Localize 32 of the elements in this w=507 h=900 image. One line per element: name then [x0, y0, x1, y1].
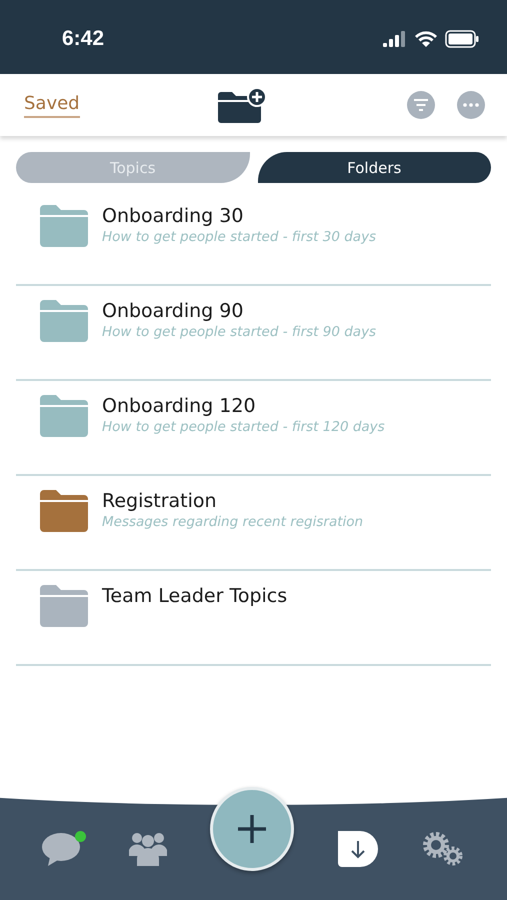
more-icon [462, 103, 479, 107]
folder-row[interactable]: Onboarding 30 How to get people started - first 30 days [16, 191, 491, 286]
gears-icon [421, 831, 466, 867]
folder-row[interactable]: Onboarding 90 How to get people started - first 90 days [16, 286, 491, 381]
wifi-icon [415, 31, 437, 47]
page-title: Saved [24, 92, 80, 118]
folder-row[interactable]: Registration Messages regarding recent regisration [16, 476, 491, 571]
folder-name: Onboarding 90 [102, 300, 244, 322]
folder-name: Onboarding 30 [102, 205, 244, 227]
folder-description: Messages regarding recent regisration [102, 514, 364, 530]
folder-description: How to get people started - first 90 days [102, 324, 376, 340]
folder-description: How to get people started - first 30 days [102, 229, 376, 245]
folder-description: How to get people started - first 120 days [102, 419, 385, 435]
folder-name: Onboarding 120 [102, 395, 257, 417]
plus-icon [236, 813, 268, 845]
saved-button[interactable] [338, 831, 378, 867]
filter-button[interactable] [406, 91, 435, 119]
folder-name: Team Leader Topics [102, 585, 288, 607]
signal-icon [383, 31, 407, 47]
status-time: 6:42 [62, 27, 104, 51]
people-button[interactable] [129, 832, 168, 866]
more-button[interactable] [456, 91, 485, 119]
folder-name: Registration [102, 490, 218, 512]
filter-icon [412, 99, 429, 111]
download-icon [338, 831, 378, 867]
chat-button[interactable] [42, 831, 86, 867]
folder-row[interactable]: Onboarding 120 How to get people started - first 120 days [16, 381, 491, 476]
settings-button[interactable] [421, 831, 466, 867]
people-icon [129, 832, 168, 866]
battery-icon [445, 30, 479, 48]
tab[interactable]: Folders [258, 152, 491, 183]
folder-row[interactable]: Team Leader Topics [16, 571, 491, 666]
